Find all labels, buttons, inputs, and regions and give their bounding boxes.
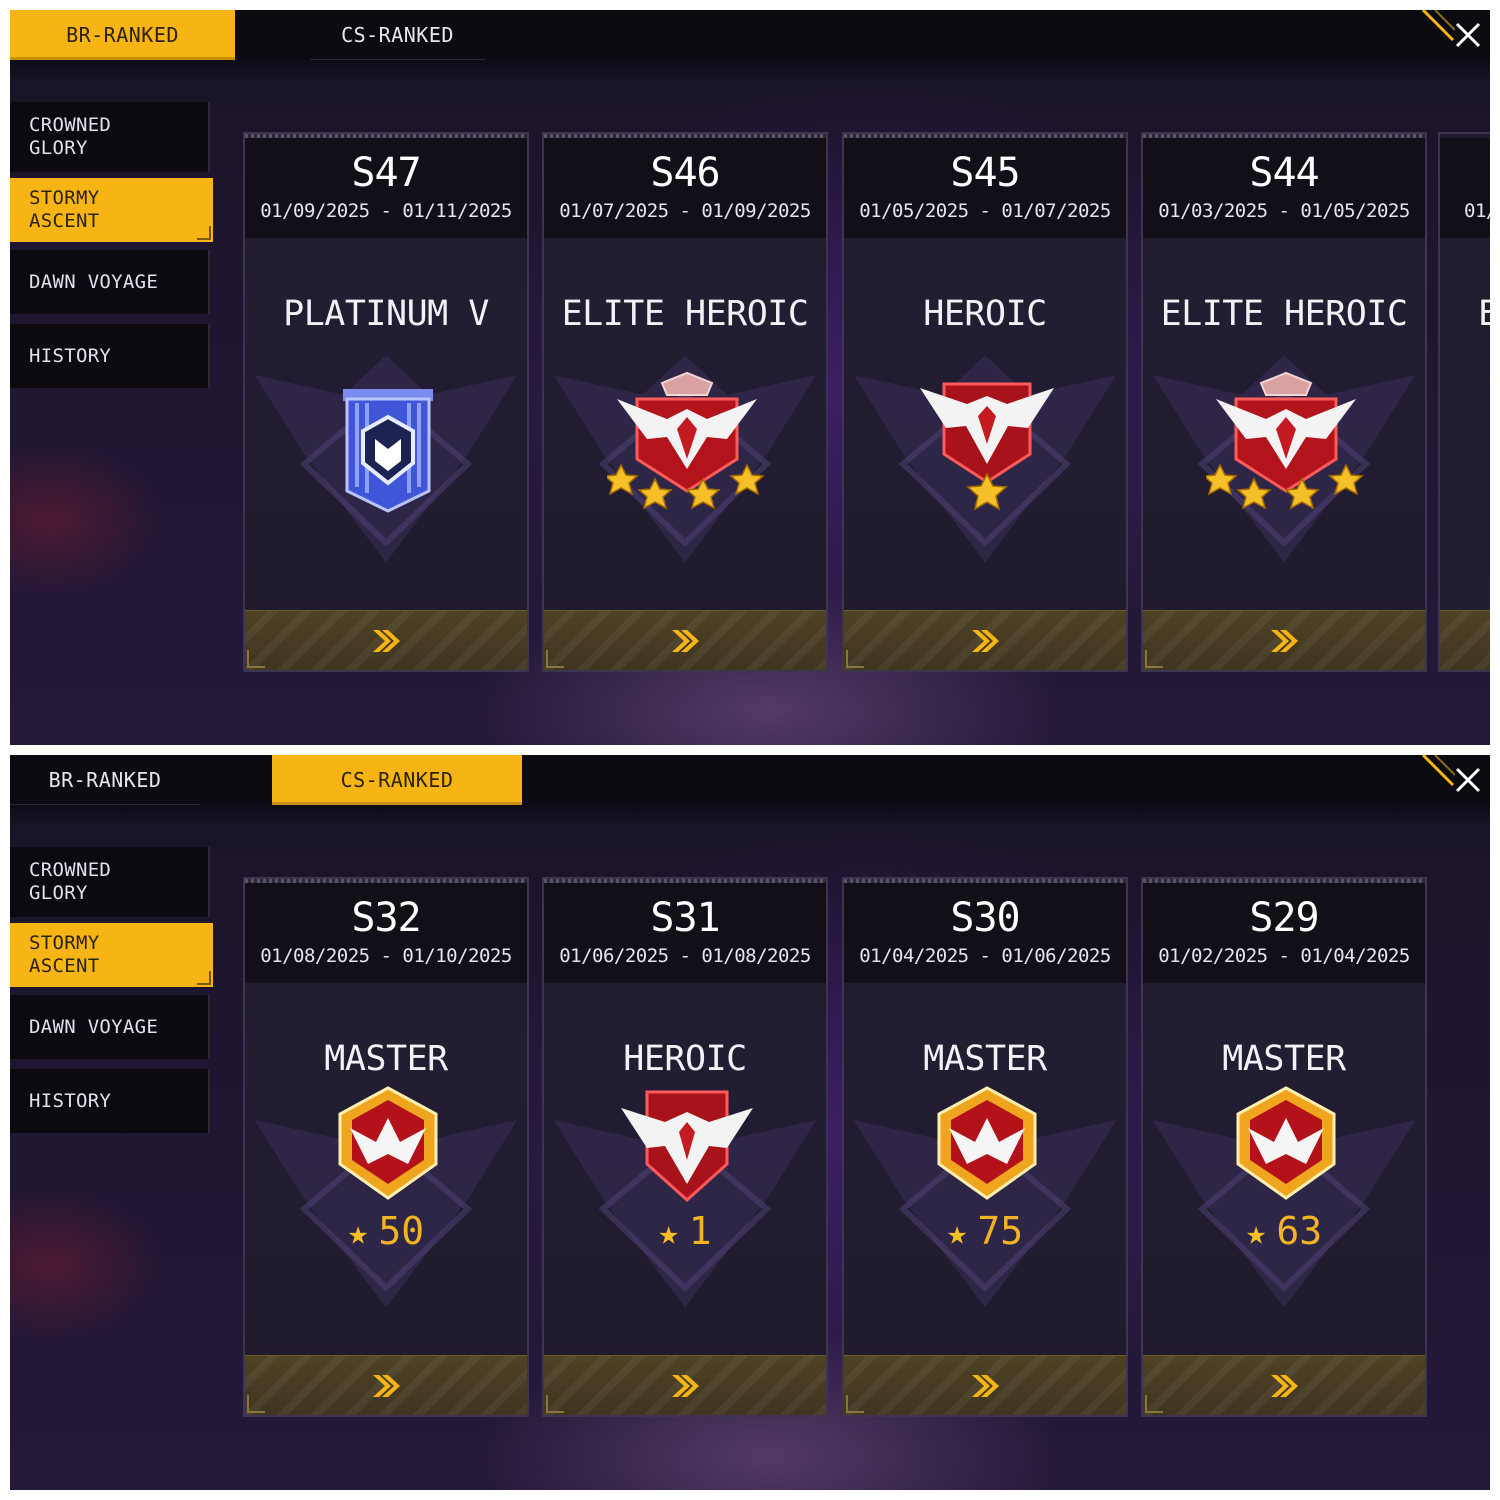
season-dates: 01/06/2025 - 01/08/2025: [559, 945, 811, 967]
season-number: S44: [1249, 150, 1319, 196]
season-number: S46: [650, 150, 720, 196]
season-dates: 01/04/2025 - 01/06/2025: [859, 945, 1111, 967]
double-chevron-right-icon: [972, 1374, 999, 1397]
details-button[interactable]: [1143, 610, 1425, 670]
season-card-partial[interactable]: 01/ E: [1438, 132, 1490, 672]
season-card[interactable]: S47 01/09/2025 - 01/11/2025 PLATINUM V: [243, 132, 529, 672]
master-badge-icon: [937, 1086, 1037, 1200]
tab-cs-ranked[interactable]: CS-RANKED: [272, 755, 522, 805]
double-chevron-right-icon: [373, 1374, 400, 1397]
rank-name: HEROIC: [623, 1039, 747, 1079]
rank-stars: ★ 75: [844, 1209, 1126, 1253]
sidebar-item-dawn-voyage[interactable]: DAWN VOYAGE: [10, 250, 210, 314]
star-count: 50: [378, 1209, 425, 1253]
season-number: S29: [1249, 895, 1319, 941]
sidebar-item-stormy-ascent[interactable]: STORMY ASCENT: [10, 923, 213, 987]
season-dates: 01/: [1464, 200, 1490, 222]
star-count: 63: [1276, 1209, 1323, 1253]
heroic-badge-icon: [920, 382, 1054, 511]
sidebar-item-label: STORMY ASCENT: [29, 932, 100, 977]
season-dates: 01/07/2025 - 01/09/2025: [559, 200, 811, 222]
season-dates: 01/03/2025 - 01/05/2025: [1158, 200, 1410, 222]
elite-heroic-badge-icon: [607, 371, 765, 510]
sidebar-item-dawn-voyage[interactable]: DAWN VOYAGE: [10, 995, 210, 1059]
rank-stars: ★ 1: [544, 1209, 826, 1253]
season-dates: 01/09/2025 - 01/11/2025: [260, 200, 512, 222]
close-icon: [1455, 767, 1481, 793]
sidebar-item-crowned-glory[interactable]: CROWNED GLORY: [10, 847, 210, 917]
tab-cs-ranked[interactable]: CS-RANKED: [310, 10, 485, 60]
season-number: S45: [950, 150, 1020, 196]
star-icon: ★: [1245, 1213, 1267, 1253]
rank-name: MASTER: [1222, 1039, 1346, 1079]
star-count: 1: [688, 1209, 712, 1253]
details-button[interactable]: [844, 1355, 1126, 1415]
details-button[interactable]: [544, 610, 826, 670]
season-number: S30: [950, 895, 1020, 941]
close-button[interactable]: [1446, 10, 1490, 60]
rank-name: HEROIC: [923, 294, 1047, 334]
rank-name: MASTER: [923, 1039, 1047, 1079]
sidebar-item-stormy-ascent[interactable]: STORMY ASCENT: [10, 178, 213, 242]
cs-ranked-screen: BR-RANKED CS-RANKED CROWNED GLORY STORMY…: [10, 755, 1490, 1490]
close-button[interactable]: [1446, 755, 1490, 805]
double-chevron-right-icon: [672, 629, 699, 652]
season-card[interactable]: S30 01/04/2025 - 01/06/2025 MASTER ★ 75: [842, 877, 1128, 1417]
sidebar-item-history[interactable]: HISTORY: [10, 324, 210, 388]
elite-heroic-badge-icon: [1206, 371, 1364, 510]
sidebar-item-label: DAWN VOYAGE: [29, 270, 159, 293]
platinum-badge-icon: [343, 389, 433, 513]
double-chevron-right-icon: [1271, 1374, 1298, 1397]
master-badge-icon: [338, 1086, 438, 1200]
season-number: S32: [351, 895, 421, 941]
star-icon: ★: [946, 1213, 968, 1253]
heroic-badge-icon: [621, 1090, 753, 1203]
details-button[interactable]: [245, 1355, 527, 1415]
rank-name: ELITE HEROIC: [1160, 294, 1408, 334]
season-dates: 01/05/2025 - 01/07/2025: [859, 200, 1111, 222]
master-badge-icon: [1236, 1086, 1336, 1200]
season-number: S47: [351, 150, 421, 196]
close-icon: [1455, 22, 1481, 48]
double-chevron-right-icon: [672, 1374, 699, 1397]
sidebar-item-history[interactable]: HISTORY: [10, 1069, 210, 1133]
double-chevron-right-icon: [1271, 629, 1298, 652]
rank-stars: ★ 50: [245, 1209, 527, 1253]
rank-name: PLATINUM V: [283, 294, 489, 334]
sidebar-item-crowned-glory[interactable]: CROWNED GLORY: [10, 102, 210, 172]
rank-name: E: [1478, 294, 1490, 334]
season-dates: 01/08/2025 - 01/10/2025: [260, 945, 512, 967]
sidebar-item-label: CROWNED GLORY: [29, 114, 112, 159]
tab-br-ranked[interactable]: BR-RANKED: [10, 755, 200, 805]
season-card[interactable]: S29 01/02/2025 - 01/04/2025 MASTER ★ 63: [1141, 877, 1427, 1417]
season-card[interactable]: S45 01/05/2025 - 01/07/2025 HEROIC: [842, 132, 1128, 672]
double-chevron-right-icon: [373, 629, 400, 652]
details-button[interactable]: [1143, 1355, 1425, 1415]
season-card[interactable]: S32 01/08/2025 - 01/10/2025 MASTER ★ 50: [243, 877, 529, 1417]
season-number: S31: [650, 895, 720, 941]
star-count: 75: [977, 1209, 1024, 1253]
season-dates: 01/02/2025 - 01/04/2025: [1158, 945, 1410, 967]
rank-name: MASTER: [324, 1039, 448, 1079]
star-icon: ★: [658, 1213, 679, 1253]
top-tab-bar: [10, 755, 1490, 805]
season-card[interactable]: S44 01/03/2025 - 01/05/2025 ELITE HEROIC: [1141, 132, 1427, 672]
sidebar-item-label: CROWNED GLORY: [29, 859, 112, 904]
tab-br-ranked[interactable]: BR-RANKED: [10, 10, 235, 60]
rank-name: ELITE HEROIC: [561, 294, 809, 334]
details-button[interactable]: [245, 610, 527, 670]
double-chevron-right-icon: [972, 629, 999, 652]
details-button[interactable]: [544, 1355, 826, 1415]
br-ranked-screen: BR-RANKED CS-RANKED CROWNED GLORY STORMY…: [10, 10, 1490, 745]
season-card[interactable]: S31 01/06/2025 - 01/08/2025 HEROIC ★ 1: [542, 877, 828, 1417]
sidebar-item-label: HISTORY: [29, 1089, 112, 1112]
sidebar-item-label: HISTORY: [29, 344, 112, 367]
sidebar-item-label: STORMY ASCENT: [29, 187, 100, 232]
rank-stars: ★ 63: [1143, 1209, 1425, 1253]
season-card[interactable]: S46 01/07/2025 - 01/09/2025 ELITE HEROIC: [542, 132, 828, 672]
sidebar-item-label: DAWN VOYAGE: [29, 1015, 159, 1038]
details-button[interactable]: [844, 610, 1126, 670]
star-icon: ★: [347, 1213, 369, 1253]
